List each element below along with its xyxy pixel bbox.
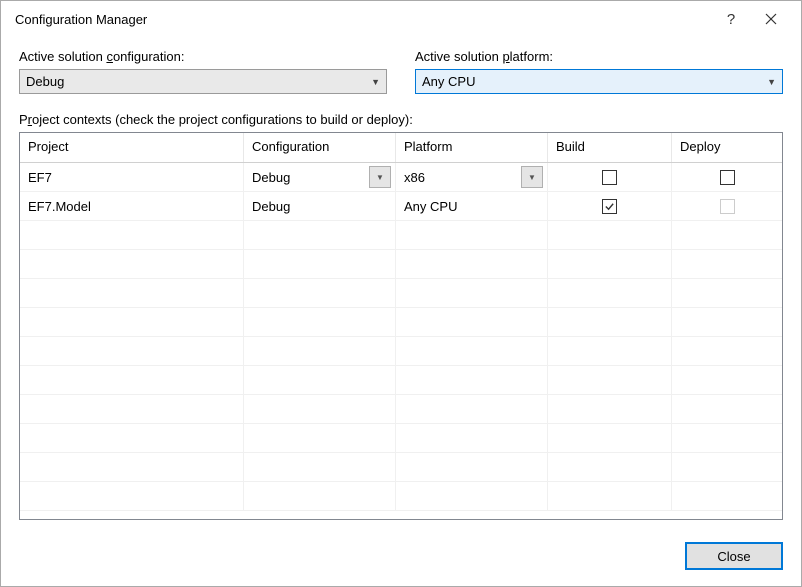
table-row-empty [20, 366, 782, 395]
window-title: Configuration Manager [15, 12, 711, 27]
check-icon [604, 201, 615, 212]
build-checkbox[interactable] [602, 199, 617, 214]
project-cell: EF7.Model [20, 192, 244, 220]
table-row: EF7.ModelDebugAny CPU [20, 192, 782, 221]
project-contexts-grid: Project Configuration Platform Build Dep… [19, 132, 783, 520]
grid-body: EF7Debug▼x86▼EF7.ModelDebugAny CPU [20, 163, 782, 511]
table-row-empty [20, 453, 782, 482]
active-config-value: Debug [26, 74, 371, 89]
table-row-empty [20, 424, 782, 453]
top-controls: Active solution configuration: Debug ▼ A… [19, 49, 783, 94]
active-platform-group: Active solution platform: Any CPU ▼ [415, 49, 783, 94]
header-deploy[interactable]: Deploy [672, 133, 782, 162]
dialog-content: Active solution configuration: Debug ▼ A… [1, 37, 801, 530]
build-cell [548, 192, 672, 220]
configuration-manager-dialog: Configuration Manager ? Active solution … [0, 0, 802, 587]
table-row-empty [20, 395, 782, 424]
configuration-select[interactable]: Debug▼ [244, 163, 395, 191]
table-row-empty [20, 279, 782, 308]
active-config-select[interactable]: Debug ▼ [19, 69, 387, 94]
header-platform[interactable]: Platform [396, 133, 548, 162]
table-row-empty [20, 482, 782, 511]
help-button[interactable]: ? [711, 4, 751, 34]
chevron-down-icon: ▼ [371, 77, 380, 87]
deploy-checkbox [720, 199, 735, 214]
table-row-empty [20, 221, 782, 250]
dialog-footer: Close [1, 530, 801, 586]
build-checkbox[interactable] [602, 170, 617, 185]
table-row-empty [20, 337, 782, 366]
platform-cell[interactable]: x86▼ [396, 163, 548, 191]
x-icon [765, 13, 777, 25]
platform-select[interactable]: x86▼ [396, 163, 547, 191]
active-platform-value: Any CPU [422, 74, 767, 89]
active-config-group: Active solution configuration: Debug ▼ [19, 49, 387, 94]
close-icon[interactable] [751, 4, 791, 34]
deploy-cell [672, 163, 782, 191]
chevron-down-icon: ▼ [369, 166, 391, 188]
deploy-cell [672, 192, 782, 220]
platform-cell: Any CPU [396, 192, 548, 220]
close-button-label: Close [717, 549, 750, 564]
close-button[interactable]: Close [685, 542, 783, 570]
active-platform-label: Active solution platform: [415, 49, 783, 64]
table-row-empty [20, 250, 782, 279]
project-cell: EF7 [20, 163, 244, 191]
chevron-down-icon: ▼ [767, 77, 776, 87]
header-project[interactable]: Project [20, 133, 244, 162]
active-platform-select[interactable]: Any CPU ▼ [415, 69, 783, 94]
table-row: EF7Debug▼x86▼ [20, 163, 782, 192]
grid-header-row: Project Configuration Platform Build Dep… [20, 133, 782, 163]
table-row-empty [20, 308, 782, 337]
titlebar: Configuration Manager ? [1, 1, 801, 37]
configuration-cell[interactable]: Debug▼ [244, 163, 396, 191]
project-contexts-label: Project contexts (check the project conf… [19, 112, 783, 127]
configuration-cell: Debug [244, 192, 396, 220]
build-cell [548, 163, 672, 191]
header-configuration[interactable]: Configuration [244, 133, 396, 162]
chevron-down-icon: ▼ [521, 166, 543, 188]
active-config-label: Active solution configuration: [19, 49, 387, 64]
header-build[interactable]: Build [548, 133, 672, 162]
deploy-checkbox[interactable] [720, 170, 735, 185]
